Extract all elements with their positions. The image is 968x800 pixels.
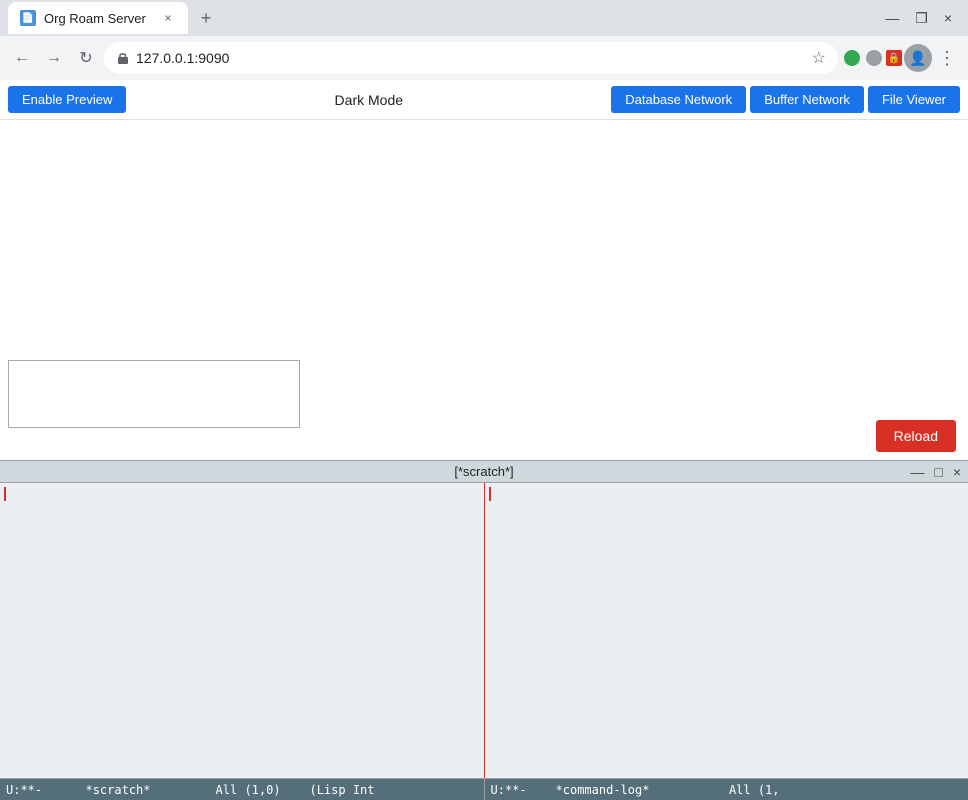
text-area-container (8, 360, 300, 428)
back-button[interactable]: ← (8, 44, 36, 72)
address-text: 127.0.0.1:9090 (136, 50, 798, 66)
indicator-green (844, 50, 860, 66)
emacs-maximize-button[interactable]: □ (931, 464, 945, 480)
database-network-button[interactable]: Database Network (611, 86, 746, 113)
title-bar: 📄 Org Roam Server × + — ❐ × (0, 0, 968, 36)
text-input[interactable] (8, 360, 300, 428)
emacs-window-controls: — □ × (907, 464, 964, 480)
emacs-title-bar: [*scratch*] — □ × (0, 461, 968, 483)
new-tab-button[interactable]: + (192, 4, 220, 32)
browser-tab[interactable]: 📄 Org Roam Server × (8, 2, 188, 34)
bookmark-icon[interactable]: ☆ (812, 48, 826, 68)
lock-indicator: 🔒 (886, 50, 902, 66)
reload-action-button[interactable]: Reload (876, 420, 956, 452)
emacs-minimize-button[interactable]: — (907, 464, 927, 480)
security-icon (116, 51, 130, 65)
emacs-right-pane[interactable] (485, 483, 968, 778)
window-controls: — ❐ × (885, 10, 960, 27)
dark-mode-toggle[interactable]: Dark Mode (134, 92, 603, 108)
omnibar-right: 🔒 👤 ⋮ (842, 44, 960, 73)
reload-button[interactable]: ↻ (72, 44, 100, 72)
app-toolbar: Enable Preview Dark Mode Database Networ… (0, 80, 968, 120)
indicator-grey (866, 50, 882, 66)
forward-button[interactable]: → (40, 44, 68, 72)
buffer-network-button[interactable]: Buffer Network (750, 86, 864, 113)
toolbar-right: Database Network Buffer Network File Vie… (611, 86, 960, 113)
emacs-status-right: U:**- *command-log* All (1, (485, 779, 968, 800)
emacs-status-left-part1: U:**- *scratch* All (1,0) (Lisp Int (0, 779, 484, 800)
page-content: Enable Preview Dark Mode Database Networ… (0, 80, 968, 460)
profile-icon[interactable]: 👤 (904, 44, 932, 72)
main-area: Reload (0, 120, 968, 460)
menu-icon[interactable]: ⋮ (934, 44, 960, 73)
omnibar: ← → ↻ 127.0.0.1:9090 ☆ 🔒 👤 ⋮ (0, 36, 968, 80)
emacs-left-cursor (4, 487, 6, 501)
tab-close-button[interactable]: × (160, 10, 176, 26)
emacs-status-bar: U:**- *scratch* All (1,0) (Lisp Int U:**… (0, 778, 968, 800)
tab-favicon: 📄 (20, 10, 36, 26)
emacs-right-cursor (489, 487, 491, 501)
emacs-left-pane[interactable] (0, 483, 484, 778)
tab-title: Org Roam Server (44, 11, 146, 26)
browser-frame: 📄 Org Roam Server × + — ❐ × ← → ↻ 127.0.… (0, 0, 968, 800)
address-bar[interactable]: 127.0.0.1:9090 ☆ (104, 42, 838, 74)
emacs-panel: [*scratch*] — □ × U:**- *scratch* (0, 460, 968, 800)
close-button[interactable]: × (944, 10, 952, 26)
emacs-title: [*scratch*] (0, 464, 968, 479)
enable-preview-button[interactable]: Enable Preview (8, 86, 126, 113)
emacs-close-button[interactable]: × (950, 464, 964, 480)
file-viewer-button[interactable]: File Viewer (868, 86, 960, 113)
emacs-body (0, 483, 968, 778)
maximize-button[interactable]: ❐ (915, 10, 928, 27)
minimize-button[interactable]: — (885, 10, 899, 26)
